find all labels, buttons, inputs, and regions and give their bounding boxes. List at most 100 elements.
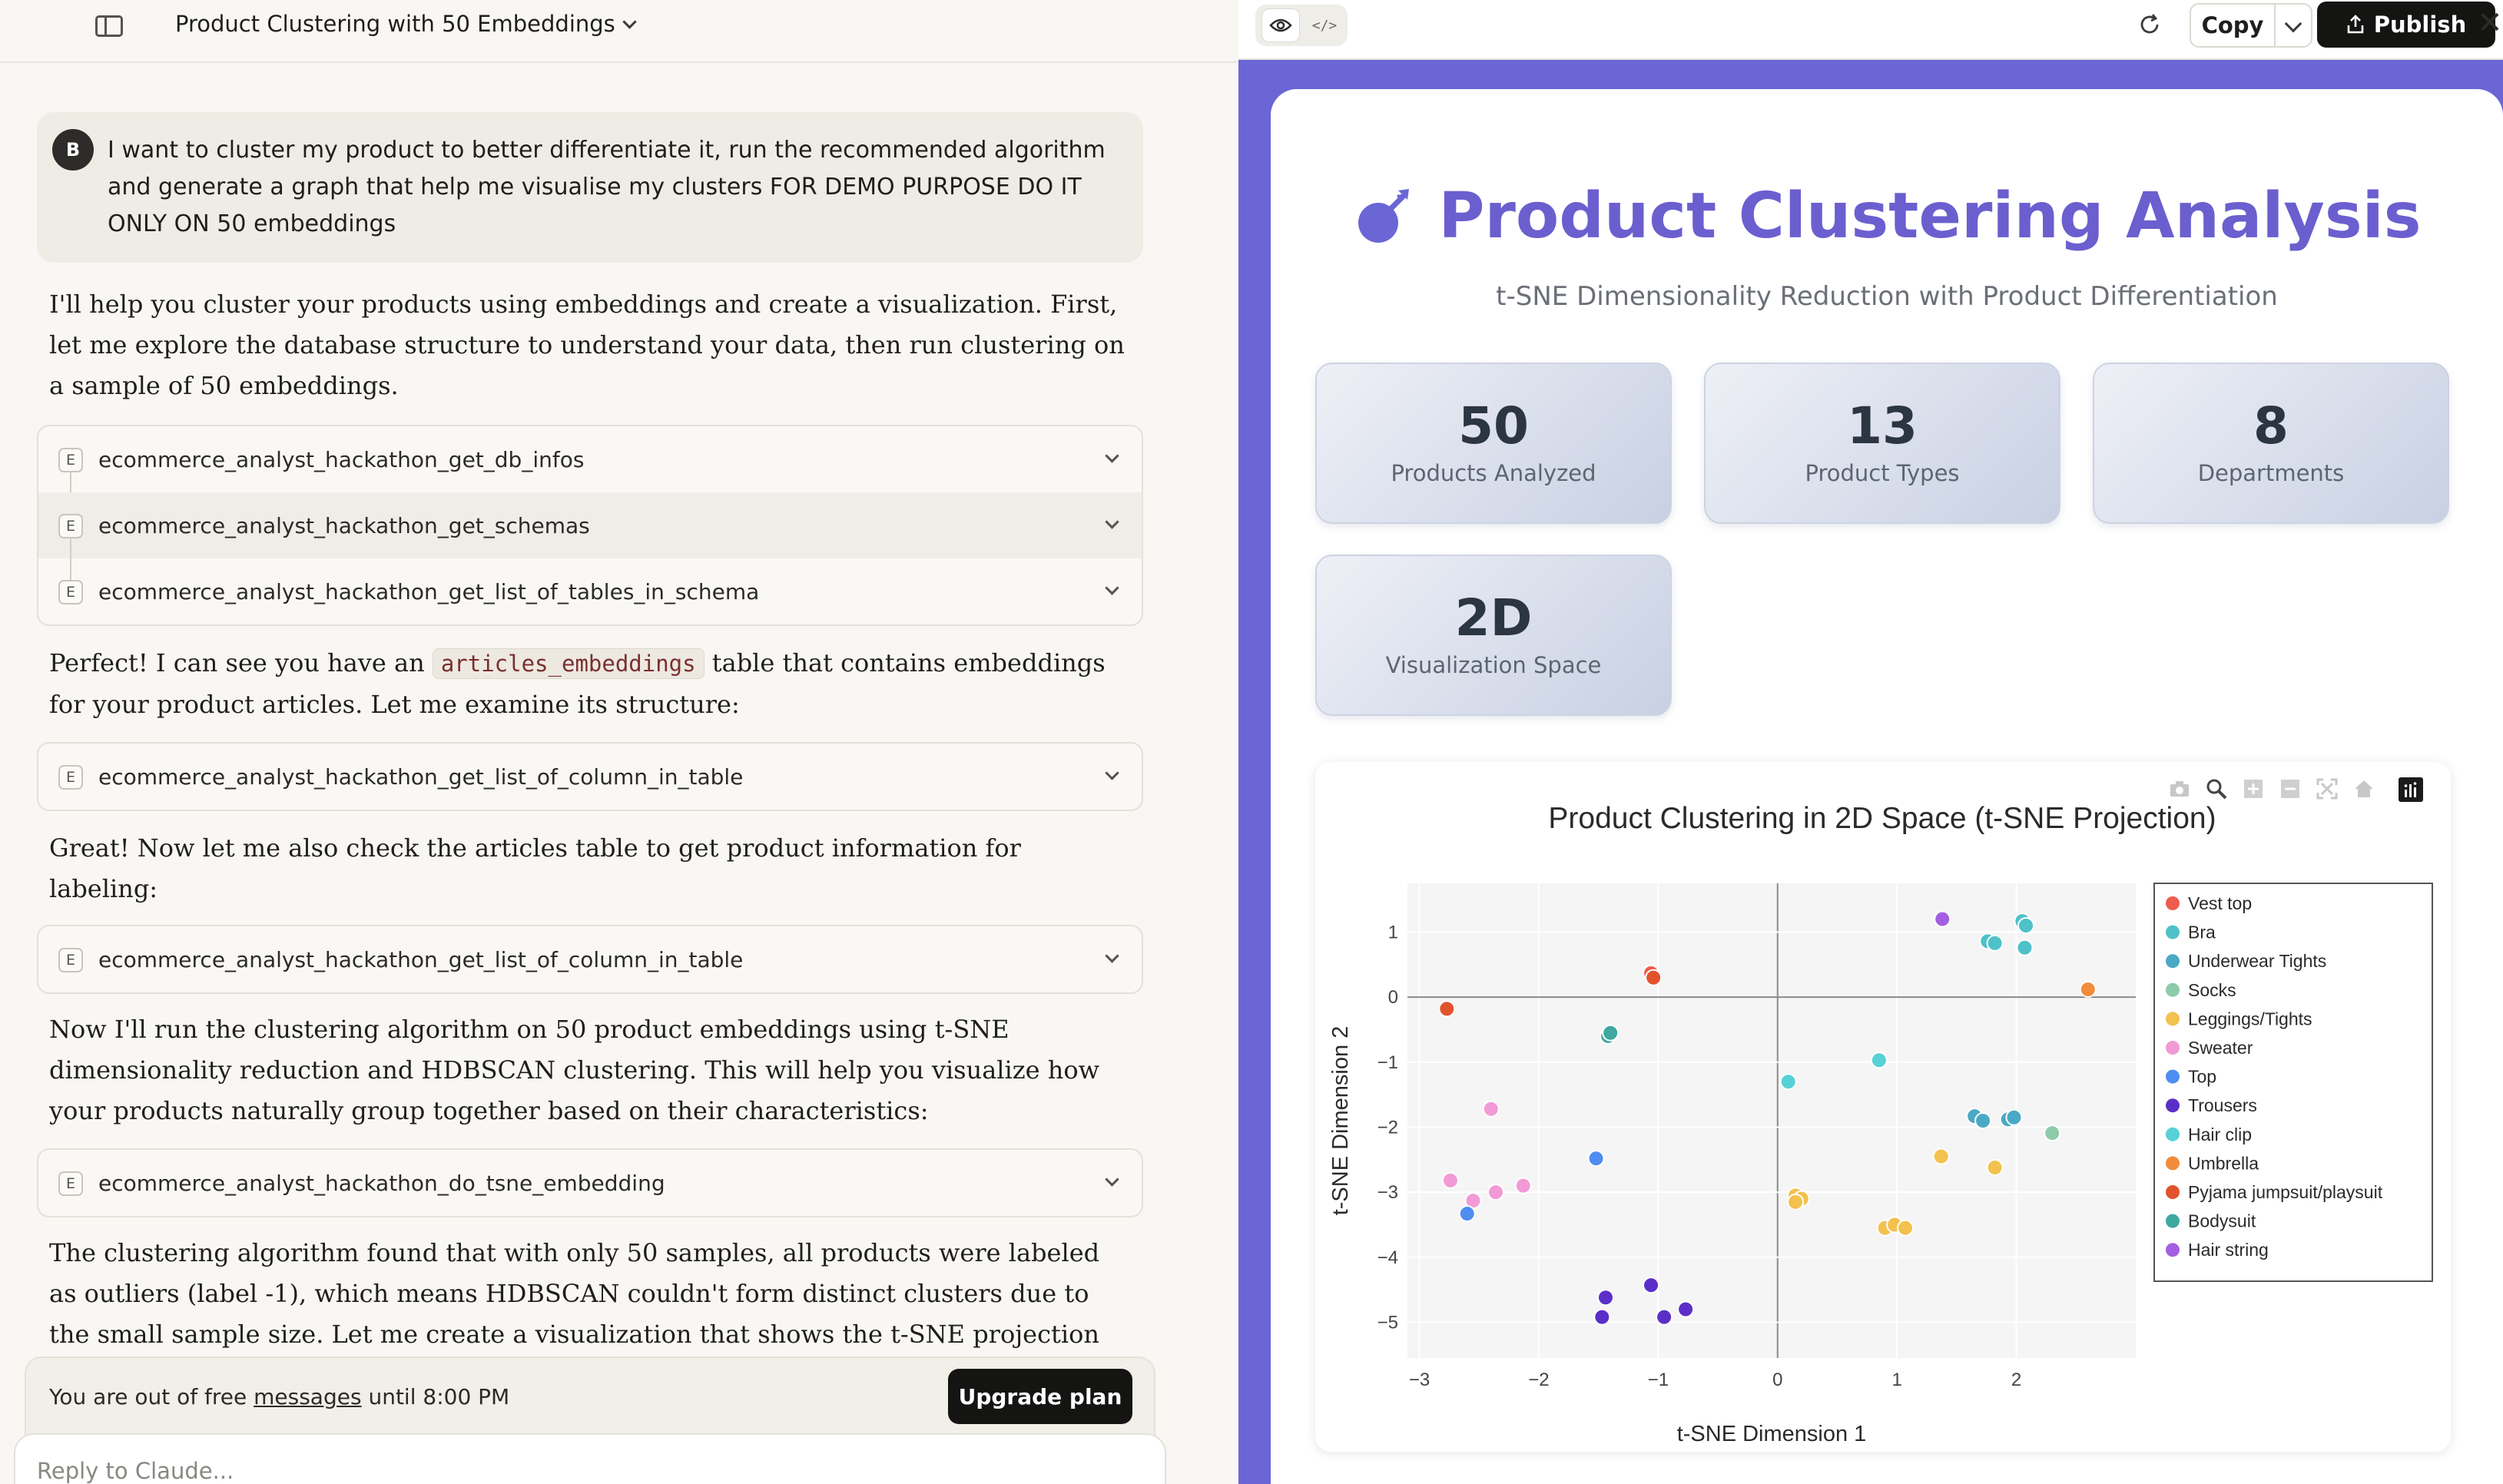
tool-call-group: E ecommerce_analyst_hackathon_do_tsne_em… [37,1148,1143,1217]
sidebar-toggle-icon[interactable] [95,15,123,37]
chart-legend: Vest top Bra Underwear Tights Socks Leggings… [2153,883,2433,1282]
stat-card-products: 50 Products Analyzed [1315,363,1672,524]
code-view-icon[interactable]: </> [1306,8,1343,42]
tool-badge-icon: E [58,765,83,790]
tool-call-label: ecommerce_analyst_hackathon_do_tsne_embe… [98,1170,665,1196]
legend-item-label: Pyjama jumpsuit/playsuit [2188,1182,2383,1202]
x-tick-label: −3 [1409,1370,1430,1390]
share-icon [2347,15,2364,34]
x-tick-label: −2 [1528,1370,1549,1390]
stat-label: Product Types [1805,460,1960,486]
assistant-paragraph-1: I'll help you cluster your products usin… [49,290,1125,400]
stat-card-visualization-space: 2D Visualization Space [1315,555,1672,716]
legend-marker [2166,1214,2180,1228]
tool-call-group: E ecommerce_analyst_hackathon_get_list_o… [37,742,1143,811]
legend-item-label: Underwear Tights [2188,951,2326,971]
tool-badge-icon: E [58,1171,83,1196]
preview-eye-icon[interactable] [1261,8,1300,42]
messages-link[interactable]: messages [254,1384,361,1409]
tool-call-label: ecommerce_analyst_hackathon_get_db_infos [98,446,585,472]
reset-axes-home-icon[interactable] [2352,777,2375,800]
data-point [1787,1193,1805,1211]
tool-call-do-tsne-embedding[interactable]: E ecommerce_analyst_hackathon_do_tsne_em… [38,1150,1142,1216]
data-point [1986,934,2004,952]
legend-marker [2166,982,2180,997]
zoom-out-icon[interactable] [2279,777,2302,800]
limit-prefix: You are out of free [49,1384,254,1409]
publish-button[interactable]: Publish [2317,2,2495,48]
tool-call-group: E ecommerce_analyst_hackathon_get_db_inf… [37,425,1143,626]
stat-value: 8 [2253,396,2289,455]
message-list: B I want to cluster my product to better… [37,112,1143,1396]
data-point [1897,1219,1915,1237]
y-tick-label: 1 [1388,922,1398,942]
zoom-icon[interactable] [2205,777,2228,800]
refresh-icon[interactable] [2136,11,2163,38]
chart-title: Product Clustering in 2D Space (t-SNE Pr… [1548,802,2216,835]
usage-limit-text: You are out of free messages until 8:00 … [49,1384,509,1409]
copy-button[interactable]: Copy [2190,3,2276,48]
legend-marker [2166,1041,2180,1055]
stat-label: Visualization Space [1385,652,1602,678]
tool-call-get-db-infos[interactable]: E ecommerce_analyst_hackathon_get_db_inf… [38,426,1142,514]
data-point [1514,1177,1532,1194]
avatar: B [52,129,94,171]
tool-badge-icon: E [58,580,83,605]
tool-badge-icon: E [58,514,83,538]
artifact-pane: </> Copy Publish ✕ Product Clustering An… [1238,0,2503,1484]
tool-call-get-list-of-columns-2[interactable]: E ecommerce_analyst_hackathon_get_list_o… [38,926,1142,992]
tool-call-label: ecommerce_analyst_hackathon_get_list_of_… [98,946,744,972]
y-tick-label: −2 [1377,1117,1398,1138]
close-icon[interactable]: ✕ [2477,8,2503,38]
legend-marker [2166,1243,2180,1257]
tool-call-get-list-of-columns[interactable]: E ecommerce_analyst_hackathon_get_list_o… [38,744,1142,810]
data-point [1602,1024,1619,1042]
paragraph-text: Perfect! I can see you have an [49,648,433,677]
y-tick-label: −3 [1377,1182,1398,1203]
user-message: B I want to cluster my product to better… [37,112,1143,263]
data-point [1986,1158,2004,1176]
autoscale-icon[interactable] [2316,777,2339,800]
assistant-paragraph-3: Great! Now let me also check the article… [49,833,1021,903]
stat-value: 50 [1458,396,1529,455]
reply-input[interactable]: Reply to Claude... [14,1433,1166,1484]
chat-header: Product Clustering with 50 Embeddings [0,0,1238,63]
legend-item-label: Trousers [2188,1095,2257,1115]
zoom-in-icon[interactable] [2242,777,2265,800]
x-axis-label: t-SNE Dimension 1 [1677,1422,1867,1446]
chevron-down-icon [1105,449,1119,463]
legend-marker [2166,1156,2180,1171]
stat-value: 2D [1454,588,1533,648]
data-point [1932,1148,1950,1165]
legend-item-label: Umbrella [2188,1153,2259,1173]
y-tick-label: 0 [1388,987,1398,1008]
copy-options-dropdown[interactable] [2274,3,2312,48]
data-point [1974,1112,1992,1129]
tool-call-get-schemas[interactable]: E ecommerce_analyst_hackathon_get_schema… [38,492,1142,580]
inline-code: articles_embeddings [432,648,704,679]
y-tick-label: −4 [1377,1247,1398,1268]
tool-call-group: E ecommerce_analyst_hackathon_get_list_o… [37,925,1143,994]
data-point [2079,980,2097,998]
stat-value: 13 [1847,396,1918,455]
legend-marker [2166,896,2180,910]
scatter-plot: Product Clustering in 2D Space (t-SNE Pr… [1328,802,2433,1446]
legend-item-label: Socks [2188,980,2236,1000]
legend-item-label: Leggings/Tights [2188,1009,2312,1029]
artifact-content: Product Clustering Analysis t-SNE Dimens… [1271,89,2503,1484]
conversation-title-dropdown[interactable]: Product Clustering with 50 Embeddings [175,11,637,37]
legend-marker [2166,1127,2180,1141]
data-point [1779,1073,1797,1091]
data-point [1870,1052,1888,1069]
x-tick-label: 2 [2011,1370,2021,1390]
tool-call-get-list-of-tables[interactable]: E ecommerce_analyst_hackathon_get_list_o… [38,558,1142,624]
data-point [1656,1308,1673,1326]
view-toggle: </> [1255,5,1348,46]
camera-icon[interactable] [2168,777,2191,800]
scatter-plot-card: Product Clustering in 2D Space (t-SNE Pr… [1315,762,2451,1452]
plotly-logo-icon[interactable] [2399,777,2423,802]
upgrade-plan-button[interactable]: Upgrade plan [948,1369,1132,1424]
y-tick-label: −5 [1377,1312,1398,1333]
target-icon [1358,188,1410,243]
data-point [1441,1171,1459,1189]
